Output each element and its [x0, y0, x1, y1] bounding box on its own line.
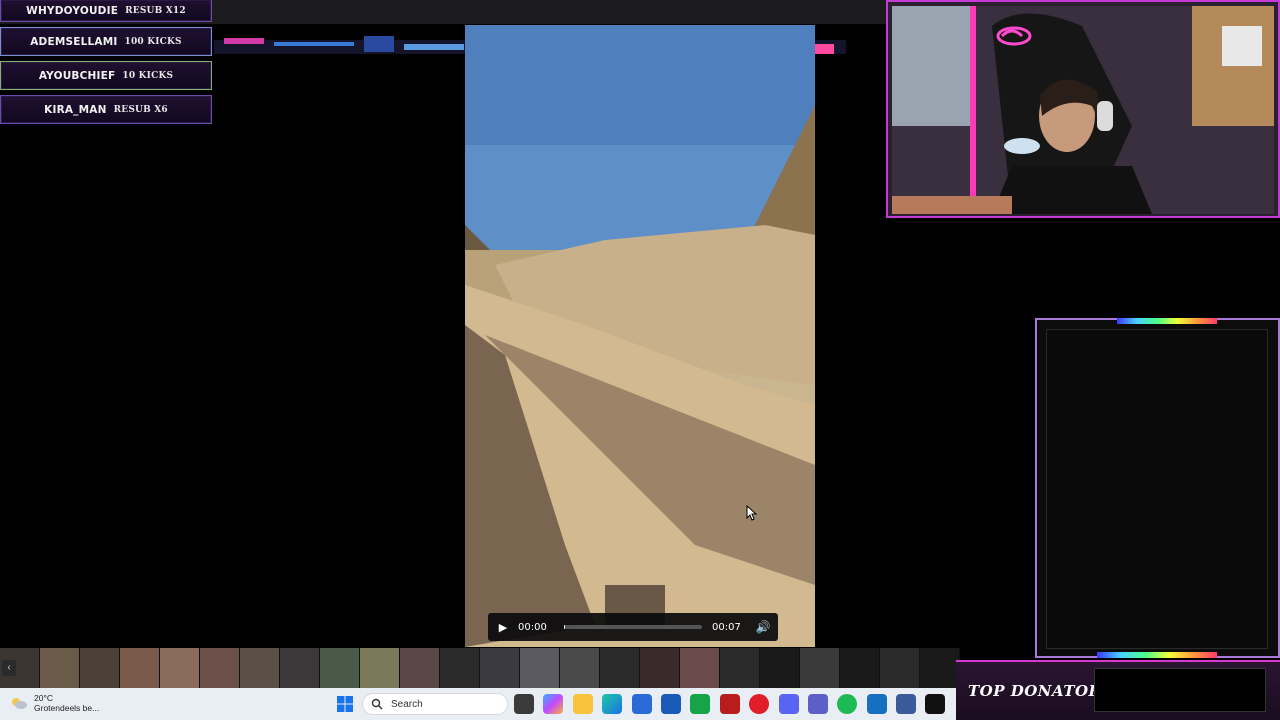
thumbnail[interactable]	[40, 648, 80, 688]
thumbnail[interactable]	[240, 648, 280, 688]
video-controls: ▶ 00:00 00:07 🔊	[488, 613, 778, 641]
thumbnail[interactable]	[480, 648, 520, 688]
store-icon[interactable]	[631, 694, 652, 714]
thumbnail[interactable]	[280, 648, 320, 688]
alert-amount: RESUB X12	[125, 5, 186, 16]
top-donator-box	[1094, 668, 1266, 712]
thumbnail[interactable]	[720, 648, 760, 688]
edge-icon[interactable]	[602, 694, 623, 714]
thumbnail-strip: ‹	[0, 648, 960, 688]
alert-item: AYOUBCHIEF 10 KICKS	[0, 61, 212, 90]
side-frame-overlay	[1035, 318, 1280, 658]
file-explorer-icon[interactable]	[572, 694, 593, 714]
thumbnail[interactable]	[400, 648, 440, 688]
top-donator-label: TOP DONATOR	[968, 682, 1102, 700]
thumbnail[interactable]	[440, 648, 480, 688]
alert-amount: 100 KICKS	[124, 36, 182, 47]
volume-icon[interactable]: 🔊	[748, 620, 778, 634]
taskbar-apps	[514, 694, 955, 714]
copilot-icon[interactable]	[543, 694, 564, 714]
alert-amount: RESUB X6	[113, 104, 168, 115]
game-icon[interactable]	[690, 694, 711, 714]
rainbow-accent-bottom	[1097, 652, 1217, 658]
weather-temp: 20°C	[34, 693, 53, 703]
capcut-icon[interactable]	[925, 694, 946, 714]
thumbnail[interactable]	[800, 648, 840, 688]
mouse-cursor-icon	[746, 505, 758, 521]
opera-icon[interactable]	[749, 694, 770, 714]
alert-item: KIRA_MAN RESUB X6	[0, 95, 212, 124]
thumbnail[interactable]	[920, 648, 960, 688]
taskbar-search[interactable]: Search	[362, 693, 508, 715]
alert-item: WHYDOYOUDIE RESUB X12	[0, 0, 212, 22]
discord-icon[interactable]	[778, 694, 799, 714]
video-frame	[465, 25, 815, 647]
vpn-icon[interactable]	[896, 694, 917, 714]
alert-name: ADEMSELLAMI	[30, 35, 118, 48]
thumbnail[interactable]	[80, 648, 120, 688]
weather-desc: Grotendeels be...	[34, 703, 100, 713]
side-frame-panel	[1046, 329, 1268, 649]
thumbnail[interactable]	[320, 648, 360, 688]
top-donator-panel: TOP DONATOR	[956, 660, 1280, 720]
seek-bar[interactable]	[564, 625, 702, 629]
thumbnail[interactable]	[680, 648, 720, 688]
thumbnail[interactable]	[880, 648, 920, 688]
play-icon[interactable]: ▶	[488, 621, 518, 634]
current-time: 00:00	[518, 621, 547, 633]
rainbow-accent-top	[1117, 318, 1217, 324]
thumbnail[interactable]	[640, 648, 680, 688]
thumbnail[interactable]	[160, 648, 200, 688]
search-icon	[371, 698, 383, 710]
thumbnail[interactable]	[520, 648, 560, 688]
taskbar: 20°C Grotendeels be... Search	[0, 688, 956, 720]
thumbnail[interactable]	[360, 648, 400, 688]
alert-amount: 10 KICKS	[122, 70, 174, 81]
thumbnail[interactable]	[560, 648, 600, 688]
chevron-left-icon[interactable]: ‹	[2, 660, 16, 676]
weather-widget[interactable]: 20°C Grotendeels be...	[10, 693, 99, 713]
alert-name: AYOUBCHIEF	[38, 69, 116, 82]
sub-alerts-list: WHYDOYOUDIE RESUB X12 ADEMSELLAMI 100 KI…	[0, 0, 212, 129]
thumbnail[interactable]	[200, 648, 240, 688]
task-view-icon[interactable]	[514, 694, 534, 714]
outlook-icon[interactable]	[660, 694, 681, 714]
teams-icon[interactable]	[807, 694, 828, 714]
thumbnail[interactable]	[120, 648, 160, 688]
thumbnail[interactable]	[600, 648, 640, 688]
app-red-icon[interactable]	[719, 694, 740, 714]
webcam-overlay	[886, 0, 1280, 218]
alert-name: WHYDOYOUDIE	[26, 4, 119, 17]
thumbnail[interactable]	[840, 648, 880, 688]
seek-progress	[564, 625, 566, 629]
duration: 00:07	[712, 621, 741, 633]
alert-item: ADEMSELLAMI 100 KICKS	[0, 27, 212, 56]
cloud-sun-icon	[12, 698, 27, 709]
video-player[interactable]	[465, 25, 815, 647]
alert-name: KIRA_MAN	[44, 103, 107, 116]
thumbnail[interactable]	[760, 648, 800, 688]
webcam-scene	[892, 6, 1274, 214]
windows-start-icon[interactable]	[337, 696, 353, 712]
search-placeholder: Search	[391, 698, 423, 710]
remote-icon[interactable]	[866, 694, 887, 714]
webcam-feed	[892, 6, 1274, 214]
spotify-icon[interactable]	[837, 694, 858, 714]
